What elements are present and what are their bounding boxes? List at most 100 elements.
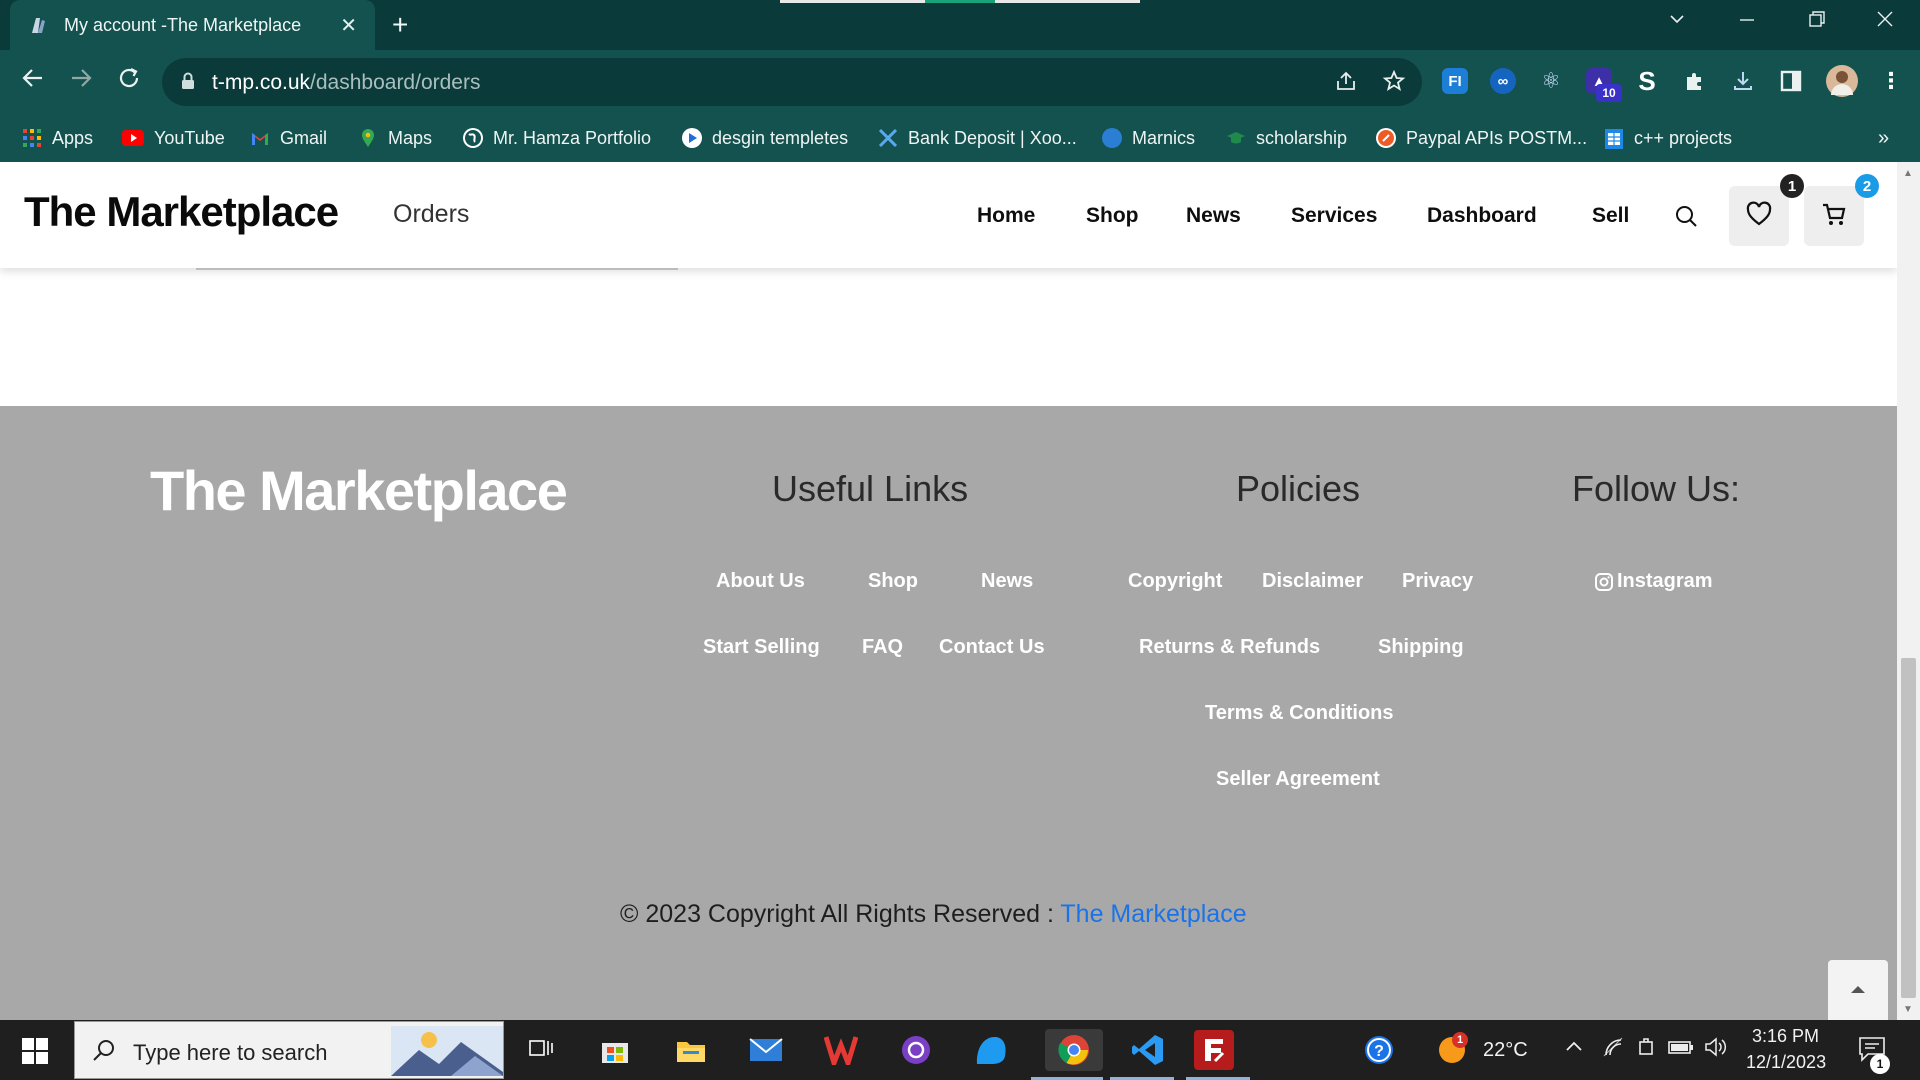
graduation-cap-icon	[1226, 128, 1246, 148]
tab-search-icon[interactable]	[1668, 10, 1686, 34]
task-view-icon[interactable]	[520, 1029, 562, 1071]
filezilla-icon[interactable]	[1194, 1030, 1234, 1070]
bookmark-label: Mr. Hamza Portfolio	[493, 127, 652, 148]
scrollbar-thumb[interactable]	[1901, 658, 1916, 998]
side-panel-icon[interactable]	[1778, 68, 1804, 94]
back-button[interactable]	[20, 65, 46, 98]
nav-sell[interactable]: Sell	[1592, 204, 1629, 228]
new-tab-button[interactable]: +	[392, 9, 408, 41]
gmail-icon	[250, 128, 270, 148]
bookmark-gmail[interactable]: Gmail	[250, 125, 327, 151]
tab-strip-highlight	[780, 0, 925, 3]
footer-link-start-selling[interactable]: Start Selling	[703, 636, 820, 659]
address-bar[interactable]: t-mp.co.uk/dashboard/orders	[162, 58, 1422, 106]
svg-text:?: ?	[1374, 1043, 1384, 1060]
nav-shop[interactable]: Shop	[1086, 204, 1139, 228]
tab-strip-highlight	[925, 0, 995, 3]
footer-link-news[interactable]: News	[981, 570, 1033, 593]
vscode-icon[interactable]	[1120, 1029, 1176, 1071]
footer-link-about[interactable]: About Us	[716, 570, 805, 593]
footer-link-faq[interactable]: FAQ	[862, 636, 903, 659]
nav-home[interactable]: Home	[977, 204, 1035, 228]
footer-link-terms[interactable]: Terms & Conditions	[1205, 702, 1394, 725]
bookmark-label: YouTube	[154, 127, 225, 148]
close-window-icon[interactable]	[1876, 10, 1894, 34]
windows-start-icon[interactable]	[22, 1038, 48, 1064]
url-text[interactable]: t-mp.co.uk/dashboard/orders	[212, 71, 480, 95]
help-icon[interactable]: ?	[1358, 1029, 1400, 1071]
footer-link-disclaimer[interactable]: Disclaimer	[1262, 570, 1363, 593]
share-icon[interactable]	[1334, 69, 1358, 99]
bookmark-bank-deposit[interactable]: Bank Deposit | Xoo...	[878, 125, 1077, 151]
bookmark-portfolio[interactable]: Mr. Hamza Portfolio	[463, 125, 651, 151]
footer-link-returns[interactable]: Returns & Refunds	[1139, 636, 1320, 659]
chrome-taskbar-icon[interactable]	[1045, 1029, 1103, 1071]
clock-time[interactable]: 3:16 PM	[1752, 1026, 1819, 1047]
nav-services[interactable]: Services	[1291, 204, 1377, 228]
downloads-icon[interactable]	[1730, 68, 1756, 94]
taskbar-search-box[interactable]: Type here to search	[74, 1021, 504, 1079]
extension-react-icon[interactable]: ⚛	[1538, 68, 1564, 94]
profile-avatar[interactable]	[1826, 65, 1858, 97]
play-circle-icon	[682, 128, 702, 148]
wps-office-icon[interactable]	[820, 1029, 862, 1071]
footer-logo[interactable]: The Marketplace	[150, 458, 568, 523]
search-highlight-mountains-icon	[391, 1026, 503, 1076]
bookmarks-overflow-button[interactable]: »	[1878, 125, 1889, 151]
nav-dashboard[interactable]: Dashboard	[1427, 204, 1537, 228]
tray-overflow-chevron-icon[interactable]	[1564, 1036, 1584, 1061]
github-desktop-icon[interactable]	[895, 1029, 937, 1071]
footer-link-instagram[interactable]: Instagram	[1594, 570, 1713, 593]
extension-infinity-icon[interactable]: ∞	[1490, 68, 1516, 94]
browser-tab-active[interactable]: My account -The Marketplace ✕	[10, 0, 375, 50]
site-logo[interactable]: The Marketplace	[24, 188, 339, 236]
scroll-up-arrow-icon[interactable]: ▲	[1903, 168, 1913, 179]
bookmark-design-templates[interactable]: desgin templetes	[682, 125, 848, 151]
clock-date[interactable]: 12/1/2023	[1746, 1052, 1826, 1073]
footer-link-shipping[interactable]: Shipping	[1378, 636, 1464, 659]
search-icon[interactable]	[1674, 204, 1698, 233]
restore-window-icon[interactable]	[1808, 10, 1826, 34]
mail-icon[interactable]	[745, 1029, 787, 1071]
cart-button[interactable]	[1804, 186, 1864, 246]
app-icon-blue[interactable]	[970, 1029, 1012, 1071]
extensions-puzzle-icon[interactable]	[1682, 68, 1708, 94]
reload-button[interactable]	[116, 65, 142, 98]
wishlist-button[interactable]	[1729, 186, 1789, 246]
footer-link-privacy[interactable]: Privacy	[1402, 570, 1473, 593]
minimize-window-icon[interactable]	[1738, 10, 1756, 34]
footer-link-shop[interactable]: Shop	[868, 570, 918, 593]
copyright-text: © 2023 Copyright All Rights Reserved :	[620, 900, 1061, 928]
footer-link-seller-agreement[interactable]: Seller Agreement	[1216, 768, 1380, 791]
bookmark-star-icon[interactable]	[1382, 69, 1406, 99]
nav-news[interactable]: News	[1186, 204, 1241, 228]
bookmark-cpp-projects[interactable]: c++ projects	[1604, 125, 1732, 151]
bookmark-scholarship[interactable]: scholarship	[1226, 125, 1347, 151]
device-icon[interactable]	[1636, 1036, 1658, 1063]
copyright-brand-link[interactable]: The Marketplace	[1060, 900, 1246, 928]
scroll-down-arrow-icon[interactable]: ▼	[1903, 1004, 1913, 1015]
network-icon[interactable]	[1602, 1036, 1624, 1063]
bookmark-label: Apps	[52, 127, 94, 148]
browser-menu-icon[interactable]: ⋮	[1878, 68, 1904, 94]
file-explorer-icon[interactable]	[670, 1029, 712, 1071]
volume-icon[interactable]	[1704, 1036, 1728, 1063]
search-icon	[91, 1038, 117, 1069]
bookmark-paypal-apis[interactable]: Paypal APIs POSTM...	[1376, 125, 1587, 151]
bookmark-youtube[interactable]: YouTube	[122, 125, 225, 151]
bookmark-apps[interactable]: Apps	[22, 125, 93, 151]
close-tab-icon[interactable]: ✕	[340, 13, 357, 38]
extension-s-icon[interactable]: S	[1634, 66, 1660, 96]
extension-fi-icon[interactable]: FI	[1442, 68, 1468, 94]
page-scrollbar[interactable]: ▲ ▼	[1897, 162, 1920, 1020]
scroll-to-top-button[interactable]	[1828, 960, 1888, 1020]
forward-button[interactable]	[68, 65, 94, 98]
footer-link-contact[interactable]: Contact Us	[939, 636, 1045, 659]
weather-temperature[interactable]: 22°C	[1483, 1039, 1528, 1062]
lock-icon[interactable]	[180, 71, 196, 91]
footer-link-copyright[interactable]: Copyright	[1128, 570, 1222, 593]
bookmark-maps[interactable]: Maps	[358, 125, 432, 151]
bookmark-marnics[interactable]: Marnics	[1102, 125, 1195, 151]
microsoft-store-icon[interactable]	[594, 1029, 636, 1071]
battery-icon[interactable]	[1668, 1036, 1694, 1063]
